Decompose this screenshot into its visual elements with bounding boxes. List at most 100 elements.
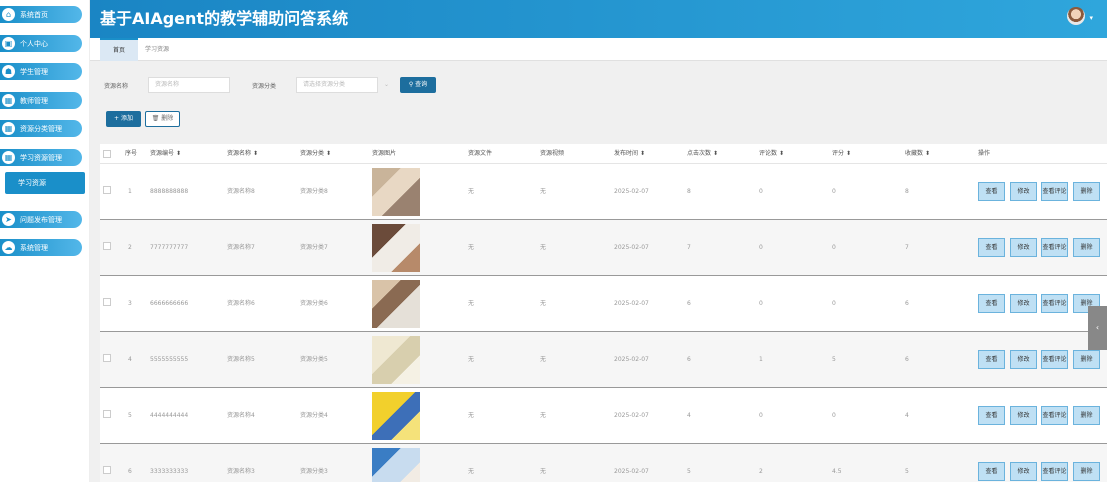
header: 基于AIAgent的教学辅助问答系统 ▾: [90, 0, 1107, 38]
delete-row-button[interactable]: 删除: [1073, 350, 1100, 369]
table-row: 6 3333333333 资源名称3 资源分类3 无 无 2025-02-07 5 2 4.5 5 查…: [100, 444, 1107, 482]
view-comments-button[interactable]: 查看评论: [1041, 294, 1068, 313]
view-comments-button[interactable]: 查看评论: [1041, 462, 1068, 481]
delete-row-button[interactable]: 删除: [1073, 238, 1100, 257]
sidebar-item-label: 学生管理: [20, 67, 48, 76]
resource-thumbnail: [372, 168, 420, 216]
edit-button[interactable]: 修改: [1010, 182, 1037, 201]
edit-button[interactable]: 修改: [1010, 406, 1037, 425]
sidebar-item-system[interactable]: ☁ 系统管理: [0, 239, 82, 256]
cell-file: 无: [468, 356, 475, 363]
col-header-code[interactable]: 资源编号 ⬍: [150, 144, 181, 164]
cell-file: 无: [468, 468, 475, 475]
filter-category-label: 资源分类: [252, 83, 277, 90]
delete-row-button[interactable]: 删除: [1073, 462, 1100, 481]
sidebar-item-label: 问题发布管理: [20, 215, 62, 224]
sidebar-item-students[interactable]: ☗ 学生管理: [0, 63, 82, 80]
col-header-score[interactable]: 评分 ⬍: [832, 144, 851, 164]
cell-date: 2025-02-07: [614, 468, 649, 475]
col-header-label: 资源名称: [227, 150, 252, 157]
search-button[interactable]: ⚲ 查询: [400, 77, 436, 93]
chevron-down-icon[interactable]: ⌄: [384, 81, 389, 88]
col-header-label: 发布时间: [614, 150, 639, 157]
row-checkbox[interactable]: [103, 354, 111, 362]
cell-video: 无: [540, 244, 547, 251]
col-header-label: 资源编号: [150, 150, 175, 157]
delete-button-label: 删除: [161, 115, 174, 122]
sidebar-item-home[interactable]: ⌂ 系统首页: [0, 6, 82, 23]
edit-button[interactable]: 修改: [1010, 238, 1037, 257]
cell-favorites: 6: [905, 300, 909, 307]
cell-name: 资源名称6: [227, 300, 255, 307]
view-button[interactable]: 查看: [978, 350, 1005, 369]
col-header-name[interactable]: 资源名称 ⬍: [227, 144, 258, 164]
edit-button[interactable]: 修改: [1010, 350, 1037, 369]
edit-button[interactable]: 修改: [1010, 294, 1037, 313]
view-comments-button[interactable]: 查看评论: [1041, 238, 1068, 257]
sidebar-item-resources[interactable]: ▦ 学习资源管理: [0, 149, 82, 166]
cell-date: 2025-02-07: [614, 188, 649, 195]
sidebar-item-profile[interactable]: ▣ 个人中心: [0, 35, 82, 52]
col-header-date[interactable]: 发布时间 ⬍: [614, 144, 645, 164]
view-button[interactable]: 查看: [978, 182, 1005, 201]
row-checkbox[interactable]: [103, 242, 111, 250]
cell-name: 资源名称8: [227, 188, 255, 195]
view-comments-button[interactable]: 查看评论: [1041, 182, 1068, 201]
sidebar-item-label: 系统首页: [20, 10, 48, 19]
col-header-category[interactable]: 资源分类 ⬍: [300, 144, 331, 164]
resource-name-input[interactable]: 资源名称: [148, 77, 230, 93]
sort-icon: ⬍: [252, 150, 258, 157]
view-button[interactable]: 查看: [978, 406, 1005, 425]
sidebar-item-categories[interactable]: ▦ 资源分类管理: [0, 120, 82, 137]
sidebar-item-questions[interactable]: ➤ 问题发布管理: [0, 211, 82, 228]
col-header-favorites[interactable]: 收藏数 ⬍: [905, 144, 930, 164]
col-header-label: 点击次数: [687, 150, 712, 157]
col-header-comments[interactable]: 评论数 ⬍: [759, 144, 784, 164]
resource-category-select[interactable]: 请选择资源分类: [296, 77, 378, 93]
col-header-clicks[interactable]: 点击次数 ⬍: [687, 144, 718, 164]
cell-name: 资源名称7: [227, 244, 255, 251]
tab-home[interactable]: 首页: [100, 38, 138, 61]
search-button-label: 查询: [415, 81, 428, 88]
cell-video: 无: [540, 356, 547, 363]
delete-row-button[interactable]: 删除: [1073, 406, 1100, 425]
row-checkbox[interactable]: [103, 298, 111, 306]
col-header-file: 资源文件: [468, 150, 493, 157]
home-icon: ⌂: [2, 8, 15, 21]
edit-button[interactable]: 修改: [1010, 462, 1037, 481]
sidebar-item-teachers[interactable]: ▦ 教师管理: [0, 92, 82, 109]
chevron-down-icon[interactable]: ▾: [1089, 14, 1093, 22]
cell-index: 4: [128, 356, 132, 363]
select-all-checkbox[interactable]: [103, 150, 111, 158]
cell-favorites: 4: [905, 412, 909, 419]
cell-clicks: 6: [687, 300, 691, 307]
cell-index: 2: [128, 244, 132, 251]
view-comments-button[interactable]: 查看评论: [1041, 406, 1068, 425]
view-button[interactable]: 查看: [978, 294, 1005, 313]
side-panel-toggle[interactable]: ‹: [1088, 306, 1107, 350]
sidebar-subitem-learning-resources[interactable]: 学习资源: [5, 172, 85, 194]
tab-learning-resources[interactable]: 学习资源: [138, 38, 176, 61]
row-checkbox[interactable]: [103, 466, 111, 474]
col-header-label: 评论数: [759, 150, 778, 157]
cell-comments: 0: [759, 188, 763, 195]
delete-button[interactable]: 🗑 删除: [145, 111, 180, 127]
view-button[interactable]: 查看: [978, 462, 1005, 481]
sidebar: ⌂ 系统首页 ▣ 个人中心 ☗ 学生管理 ▦ 教师管理 ▦ 资源分类管理 ▦ 学习资源管理 …: [0, 0, 90, 482]
row-checkbox[interactable]: [103, 410, 111, 418]
filter-name-label: 资源名称: [104, 83, 129, 90]
add-button[interactable]: + 添加: [106, 111, 141, 127]
sort-icon: ⬍: [845, 150, 851, 157]
cell-video: 无: [540, 188, 547, 195]
resource-thumbnail: [372, 336, 420, 384]
cell-score: 0: [832, 188, 836, 195]
resource-thumbnail: [372, 224, 420, 272]
view-comments-button[interactable]: 查看评论: [1041, 350, 1068, 369]
cell-file: 无: [468, 412, 475, 419]
row-checkbox[interactable]: [103, 186, 111, 194]
delete-row-button[interactable]: 删除: [1073, 182, 1100, 201]
avatar[interactable]: [1067, 7, 1085, 25]
view-button[interactable]: 查看: [978, 238, 1005, 257]
cell-index: 6: [128, 468, 132, 475]
cell-category: 资源分类7: [300, 244, 328, 251]
